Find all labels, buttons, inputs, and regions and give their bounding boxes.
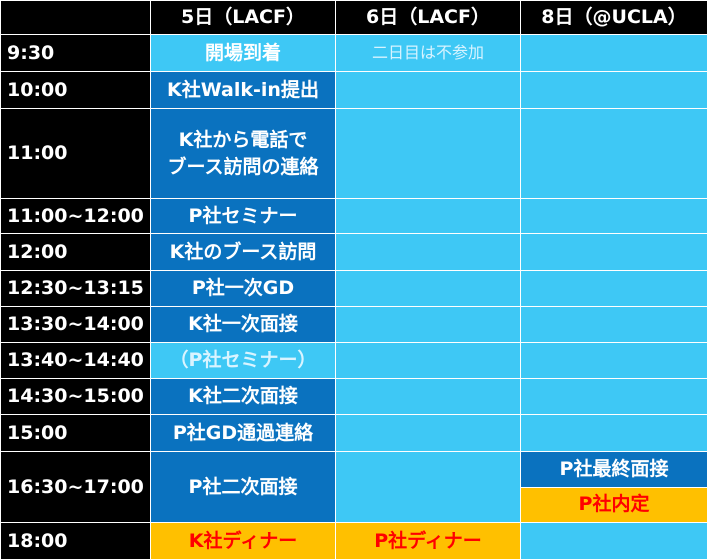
time-cell: 9:30 [1,35,151,72]
empty-cell [521,234,707,271]
time-cell: 16:30~17:00 [1,452,151,523]
header-day-5: 5日（LACF） [151,1,336,35]
event-cell: K社一次面接 [151,307,336,343]
table-row: 15:00 P社GD通過連絡 [1,415,707,452]
table-row: 11:00~12:00 P社セミナー [1,199,707,234]
event-cell: 二日目は不参加 [336,35,521,72]
split-cell: P社最終面接 P社内定 [521,452,707,523]
empty-cell [336,415,521,452]
event-cell: P社一次GD [151,271,336,307]
event-cell: 開場到着 [151,35,336,72]
time-cell: 12:30~13:15 [1,271,151,307]
empty-cell [336,234,521,271]
table-row: 16:30~17:00 P社二次面接 P社最終面接 P社内定 [1,452,707,523]
event-cell: P社GD通過連絡 [151,415,336,452]
time-cell: 15:00 [1,415,151,452]
schedule-table: 5日（LACF） 6日（LACF） 8日（@UCLA） 9:30 開場到着 二日… [0,0,707,560]
split-cell-stack: P社最終面接 P社内定 [521,452,707,522]
time-cell: 10:00 [1,72,151,109]
empty-cell [521,35,707,72]
empty-cell [336,72,521,109]
header-day-8: 8日（@UCLA） [521,1,707,35]
event-cell: K社から電話で ブース訪問の連絡 [151,109,336,199]
time-cell: 12:00 [1,234,151,271]
event-cell: P社セミナー [151,199,336,234]
event-line: K社から電話で [151,127,335,154]
table-row: 12:30~13:15 P社一次GD [1,271,707,307]
event-line: ブース訪問の連絡 [151,154,335,181]
event-cell: P社ディナー [336,523,521,560]
time-cell: 13:40~14:40 [1,343,151,379]
empty-cell [521,199,707,234]
table-row: 14:30~15:00 K社二次面接 [1,379,707,415]
empty-cell [336,379,521,415]
empty-cell [336,343,521,379]
empty-cell [521,271,707,307]
header-corner [1,1,151,35]
header-day-6: 6日（LACF） [336,1,521,35]
event-cell: （P社セミナー） [151,343,336,379]
event-cell: K社のブース訪問 [151,234,336,271]
event-cell-final-interview: P社最終面接 [521,452,707,488]
event-cell-offer: P社内定 [521,488,707,523]
table-row: 11:00 K社から電話で ブース訪問の連絡 [1,109,707,199]
event-cell: K社二次面接 [151,379,336,415]
empty-cell [521,379,707,415]
table-row: 10:00 K社Walk-in提出 [1,72,707,109]
empty-cell [521,523,707,560]
event-cell: K社ディナー [151,523,336,560]
table-row: 18:00 K社ディナー P社ディナー [1,523,707,560]
table-row: 12:00 K社のブース訪問 [1,234,707,271]
empty-cell [336,271,521,307]
time-cell: 11:00~12:00 [1,199,151,234]
empty-cell [336,307,521,343]
event-cell: K社Walk-in提出 [151,72,336,109]
empty-cell [521,109,707,199]
time-cell: 18:00 [1,523,151,560]
empty-cell [521,343,707,379]
table-row: 13:40~14:40 （P社セミナー） [1,343,707,379]
event-cell: P社二次面接 [151,452,336,523]
empty-cell [521,307,707,343]
table-row: 13:30~14:00 K社一次面接 [1,307,707,343]
empty-cell [336,199,521,234]
time-cell: 11:00 [1,109,151,199]
time-cell: 13:30~14:00 [1,307,151,343]
empty-cell [336,109,521,199]
time-cell: 14:30~15:00 [1,379,151,415]
empty-cell [336,452,521,523]
header-row: 5日（LACF） 6日（LACF） 8日（@UCLA） [1,1,707,35]
empty-cell [521,415,707,452]
empty-cell [521,72,707,109]
table-row: 9:30 開場到着 二日目は不参加 [1,35,707,72]
